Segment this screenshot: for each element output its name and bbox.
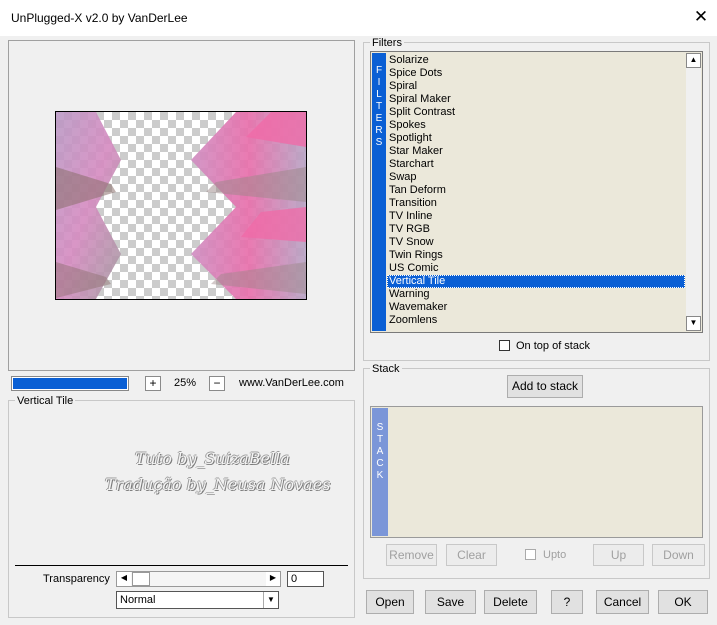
preview-panel <box>8 40 355 371</box>
list-item[interactable]: Star Maker <box>387 145 685 158</box>
tile-pattern-graphic <box>56 112 306 299</box>
filter-settings-label: Vertical Tile <box>15 395 76 407</box>
blend-mode-value: Normal <box>120 594 156 606</box>
list-item[interactable]: Wavemaker <box>387 301 685 314</box>
stack-label: Stack <box>370 363 402 375</box>
list-item[interactable]: Swap <box>387 171 685 184</box>
filter-items: Solarize Spice Dots Spiral Spiral Maker … <box>387 54 687 330</box>
list-item-selected[interactable]: Vertical Tile <box>387 275 685 288</box>
slider-left-arrow[interactable]: ◀ <box>117 572 131 586</box>
list-item[interactable]: Warning <box>387 288 685 301</box>
upto-checkbox[interactable] <box>525 549 536 560</box>
preview-image[interactable] <box>55 111 307 300</box>
filter-list[interactable]: F I L T E R S Solarize Spice Dots Spiral… <box>370 51 703 333</box>
slider-thumb[interactable] <box>132 572 150 586</box>
website-link[interactable]: www.VanDerLee.com <box>239 377 344 389</box>
title-bar: UnPlugged-X v2.0 by VanDerLee ✕ <box>0 0 717 36</box>
progress-bar <box>11 376 129 391</box>
on-top-label: On top of stack <box>516 340 590 352</box>
delete-button[interactable]: Delete <box>484 590 537 614</box>
zoom-level: 25% <box>174 377 197 389</box>
list-item[interactable]: US Comic <box>387 262 685 275</box>
on-top-checkbox[interactable] <box>499 340 510 351</box>
blend-mode-select[interactable]: Normal ▼ <box>116 591 279 609</box>
list-item[interactable]: Zoomlens <box>387 314 685 327</box>
transparency-label: Transparency <box>43 573 110 585</box>
window-title: UnPlugged-X v2.0 by VanDerLee <box>11 11 188 25</box>
list-item[interactable]: Spiral Maker <box>387 93 685 106</box>
list-item[interactable]: Starchart <box>387 158 685 171</box>
list-item[interactable]: Transition <box>387 197 685 210</box>
slider-right-arrow[interactable]: ▶ <box>266 572 280 586</box>
upto-label: Upto <box>543 549 567 561</box>
add-to-stack-button[interactable]: Add to stack <box>507 375 583 398</box>
scroll-down-icon[interactable]: ▼ <box>686 316 701 331</box>
filters-label: Filters <box>370 37 404 49</box>
up-button[interactable]: Up <box>593 544 644 566</box>
help-button[interactable]: ? <box>551 590 583 614</box>
list-item[interactable]: Spotlight <box>387 132 685 145</box>
settings-divider <box>15 565 348 566</box>
filter-scrollbar[interactable]: ▲ ▼ <box>686 53 701 331</box>
stack-list[interactable]: S T A C K <box>370 406 703 538</box>
transparency-slider[interactable]: ◀ ▶ <box>116 571 281 587</box>
scroll-up-icon[interactable]: ▲ <box>686 53 701 68</box>
filters-strip: F I L T E R S <box>372 53 386 331</box>
zoom-in-button[interactable]: + <box>145 376 161 391</box>
list-item[interactable]: TV Inline <box>387 210 685 223</box>
open-button[interactable]: Open <box>366 590 414 614</box>
list-item[interactable]: TV Snow <box>387 236 685 249</box>
watermark-line-1: Tuto by_SuizaBella <box>135 449 290 468</box>
transparency-value-input[interactable]: 0 <box>287 571 324 587</box>
zoom-out-button[interactable]: − <box>209 376 225 391</box>
cancel-button[interactable]: Cancel <box>596 590 649 614</box>
remove-button[interactable]: Remove <box>386 544 437 566</box>
list-item[interactable]: Spice Dots <box>387 67 685 80</box>
close-icon[interactable]: ✕ <box>690 6 712 28</box>
transparency-value: 0 <box>291 573 298 585</box>
list-item[interactable]: TV RGB <box>387 223 685 236</box>
list-item[interactable]: Tan Deform <box>387 184 685 197</box>
list-item[interactable]: Spiral <box>387 80 685 93</box>
list-item[interactable]: Spokes <box>387 119 685 132</box>
ok-button[interactable]: OK <box>658 590 708 614</box>
watermark-line-2: Tradução by_Neusa Novaes <box>105 475 331 494</box>
chevron-down-icon[interactable]: ▼ <box>263 592 278 608</box>
clear-button[interactable]: Clear <box>446 544 497 566</box>
down-button[interactable]: Down <box>652 544 705 566</box>
save-button[interactable]: Save <box>425 590 476 614</box>
list-item[interactable]: Twin Rings <box>387 249 685 262</box>
list-item[interactable]: Solarize <box>387 54 685 67</box>
list-item[interactable]: Split Contrast <box>387 106 685 119</box>
stack-strip: S T A C K <box>372 408 388 536</box>
